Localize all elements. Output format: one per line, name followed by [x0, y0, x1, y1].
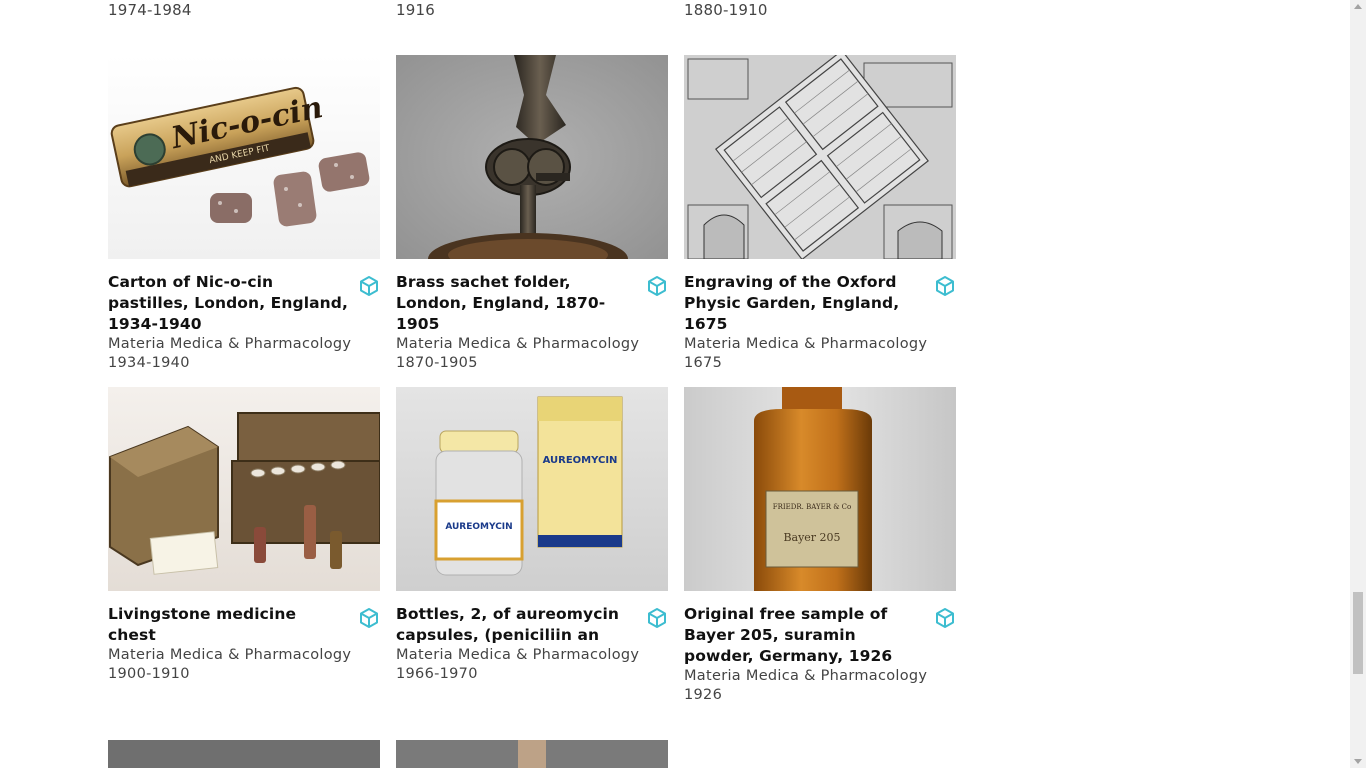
item-image[interactable]: [396, 740, 668, 768]
image-label-text: AUREOMYCIN: [543, 455, 618, 466]
item-title-link[interactable]: Livingstone medicine chest: [108, 604, 348, 646]
result-card[interactable]: Engraving of the Oxford Physic Garden, E…: [684, 55, 956, 373]
result-card[interactable]: Nic-o-cin AND KEEP FIT Carton of Nic-o-c…: [108, 55, 380, 373]
item-category: Materia Medica & Pharmacology: [684, 336, 928, 352]
item-image[interactable]: [684, 55, 956, 259]
item-title-link[interactable]: Carton of Nic-o-cin pastilles, London, E…: [108, 272, 348, 335]
result-card[interactable]: FRIEDR. BAYER & Co Bayer 205 Original fr…: [684, 387, 956, 705]
result-card[interactable]: AUREOMYCIN AUREOMYCIN Bottles, 2, of aur…: [396, 387, 668, 684]
item-title-link[interactable]: Original free sample of Bayer 205, suram…: [684, 604, 924, 667]
item-image[interactable]: [108, 740, 380, 768]
result-card[interactable]: Brass sachet folder, London, England, 18…: [396, 55, 668, 373]
item-date: 1900-1910: [108, 666, 190, 682]
item-date: 1870-1905: [396, 355, 478, 371]
item-category: Materia Medica & Pharmacology: [684, 668, 928, 684]
previous-item-date: 1916: [396, 1, 435, 19]
previous-item-date: 1974-1984: [108, 1, 192, 19]
svg-text:AUREOMYCIN: AUREOMYCIN: [445, 522, 512, 532]
item-title-link[interactable]: Bottles, 2, of aureomycin capsules, (pen…: [396, 604, 636, 646]
3d-cube-icon[interactable]: [358, 275, 380, 297]
result-card[interactable]: Livingstone medicine chest Materia Medic…: [108, 387, 380, 684]
item-date: 1926: [684, 687, 723, 703]
scroll-up-icon[interactable]: [1354, 4, 1362, 9]
3d-cube-icon[interactable]: [934, 607, 956, 629]
scroll-down-icon[interactable]: [1354, 759, 1362, 764]
item-category: Materia Medica & Pharmacology: [396, 336, 640, 352]
vertical-scrollbar[interactable]: [1350, 0, 1366, 768]
item-image[interactable]: FRIEDR. BAYER & Co Bayer 205: [684, 387, 956, 591]
item-image[interactable]: [108, 387, 380, 591]
3d-cube-icon[interactable]: [646, 607, 668, 629]
previous-item-date: 1880-1910: [684, 1, 768, 19]
item-category: Materia Medica & Pharmacology: [108, 647, 352, 663]
collection-results-page: 1974-1984 1916 1880-1910 Nic-o-cin AND K…: [0, 0, 1350, 768]
item-date: 1966-1970: [396, 666, 478, 682]
item-date: 1675: [684, 355, 723, 371]
item-image[interactable]: Nic-o-cin AND KEEP FIT: [108, 55, 380, 259]
3d-cube-icon[interactable]: [646, 275, 668, 297]
item-image[interactable]: [396, 55, 668, 259]
3d-cube-icon[interactable]: [358, 607, 380, 629]
item-category: Materia Medica & Pharmacology: [108, 336, 352, 352]
3d-cube-icon[interactable]: [934, 275, 956, 297]
svg-text:FRIEDR. BAYER & Co: FRIEDR. BAYER & Co: [773, 503, 852, 511]
scrollbar-thumb[interactable]: [1353, 592, 1363, 674]
image-label-text: Bayer 205: [783, 531, 840, 544]
item-title-link[interactable]: Brass sachet folder, London, England, 18…: [396, 272, 636, 335]
item-image[interactable]: AUREOMYCIN AUREOMYCIN: [396, 387, 668, 591]
item-date: 1934-1940: [108, 355, 190, 371]
item-title-link[interactable]: Engraving of the Oxford Physic Garden, E…: [684, 272, 924, 335]
item-category: Materia Medica & Pharmacology: [396, 647, 640, 663]
